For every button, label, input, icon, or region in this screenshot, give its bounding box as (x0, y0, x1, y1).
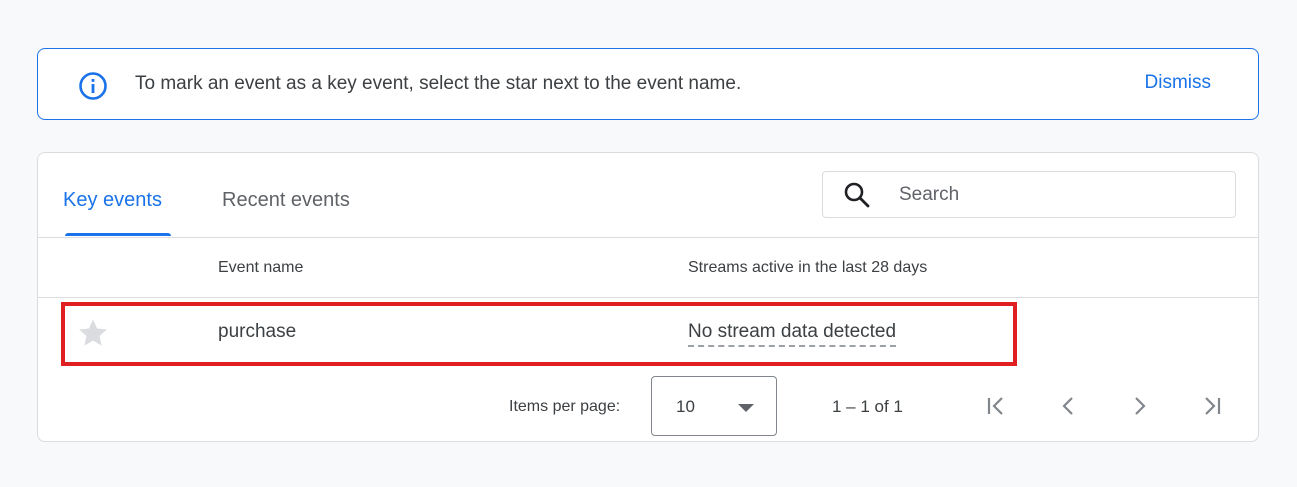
tab-recent-events[interactable]: Recent events (222, 189, 350, 212)
header-divider (38, 297, 1258, 298)
search-box[interactable] (822, 171, 1236, 218)
next-page-icon[interactable] (1125, 391, 1155, 421)
tabs-divider (38, 237, 1258, 238)
tab-key-events[interactable]: Key events (63, 189, 162, 212)
items-per-page-label: Items per page: (509, 398, 621, 415)
dismiss-button[interactable]: Dismiss (1145, 72, 1212, 94)
highlight-box (61, 302, 1017, 366)
active-tab-indicator (65, 233, 171, 236)
info-icon (79, 72, 107, 100)
events-card: Key events Recent events Event name Stre… (37, 152, 1259, 442)
dropdown-arrow-icon (738, 404, 754, 412)
banner-message: To mark an event as a key event, select … (135, 73, 742, 94)
info-banner: To mark an event as a key event, select … (37, 48, 1259, 120)
first-page-icon[interactable] (981, 391, 1011, 421)
column-header-event-name: Event name (218, 259, 304, 276)
search-icon (844, 182, 870, 208)
previous-page-icon[interactable] (1053, 391, 1083, 421)
items-per-page-value: 10 (676, 397, 695, 416)
last-page-icon[interactable] (1197, 391, 1227, 421)
items-per-page-select[interactable]: 10 (651, 376, 777, 436)
column-header-streams: Streams active in the last 28 days (688, 259, 928, 276)
page-range: 1 – 1 of 1 (832, 397, 903, 416)
search-input[interactable] (899, 182, 1199, 208)
